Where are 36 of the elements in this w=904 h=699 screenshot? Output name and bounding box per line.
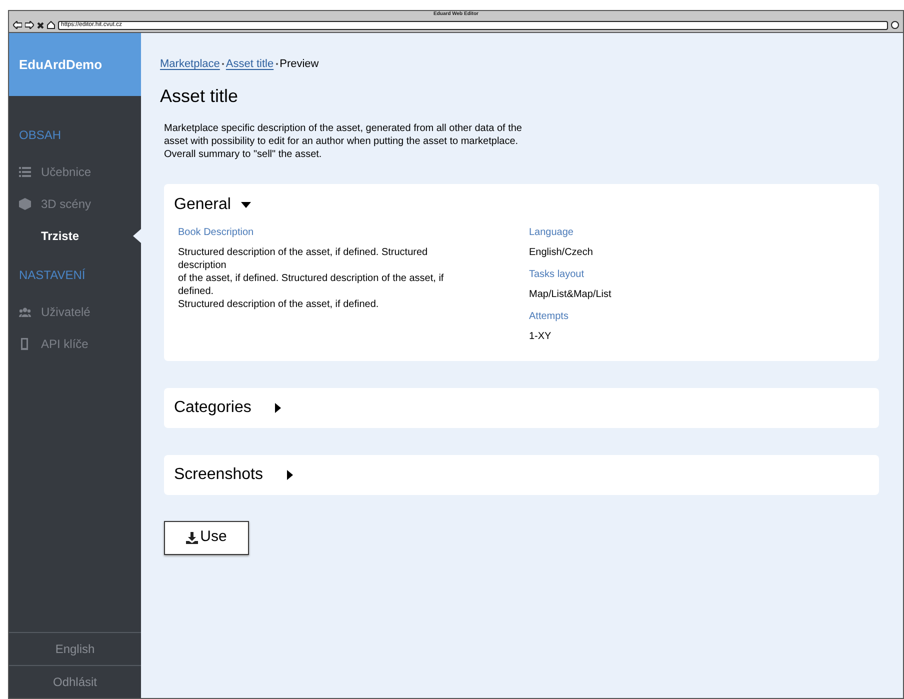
field-label: Tasks layout — [529, 268, 586, 282]
phone-icon — [19, 338, 31, 350]
field-value: 1-XY — [529, 330, 552, 342]
download-icon — [186, 532, 198, 544]
description: Marketplace specific description of the asset, generated from all other data of the asset with possibility to edit for an author when putting the asset to marketplace. Overall summary to "sell" the asset. — [164, 122, 523, 160]
field-label: Book Description — [178, 226, 255, 240]
section-toggle[interactable]: Screenshots — [174, 462, 869, 486]
sidebar-item[interactable]: 3D scény — [9, 188, 141, 220]
field-value: English/Czech — [529, 246, 594, 258]
home-icon[interactable] — [47, 21, 55, 29]
sidebar-item[interactable]: Učebnice — [9, 156, 141, 188]
brand-name: EduArdDemo — [19, 56, 102, 74]
users-icon — [19, 306, 31, 318]
breadcrumb-link[interactable]: Marketplace — [160, 56, 220, 72]
field-label: Language — [529, 226, 574, 240]
section-toggle[interactable]: General — [174, 192, 869, 216]
forward-icon[interactable] — [25, 21, 34, 29]
section-heading: OBSAH — [18, 127, 62, 144]
sidebar-item[interactable]: Uživatelé — [9, 296, 141, 328]
section-heading: NASTAVENÍ — [18, 267, 86, 284]
caret-right-icon — [275, 402, 282, 412]
use-button[interactable]: Use — [164, 520, 249, 554]
caret-right-icon — [286, 470, 293, 480]
field-label: Attempts — [529, 310, 570, 324]
field-value: Structured description of the asset, if defined. Structured description of the asset, if defined. Structured description of the asset, if defined. Structured description of the asset, if defined. — [178, 246, 445, 310]
caret-down-icon — [240, 202, 251, 208]
close-icon[interactable] — [37, 22, 44, 28]
cube-icon — [19, 198, 31, 210]
back-icon[interactable] — [13, 21, 22, 29]
page-title: Asset title — [160, 84, 240, 108]
section-toggle[interactable]: Categories — [174, 396, 869, 420]
list-icon — [19, 166, 31, 178]
field-value: Map/List&Map/List — [529, 288, 612, 300]
breadcrumb-link[interactable]: Asset title — [226, 56, 274, 72]
breadcrumb-current: Preview — [280, 57, 319, 72]
sidebar-item[interactable]: API klíče — [9, 328, 141, 360]
